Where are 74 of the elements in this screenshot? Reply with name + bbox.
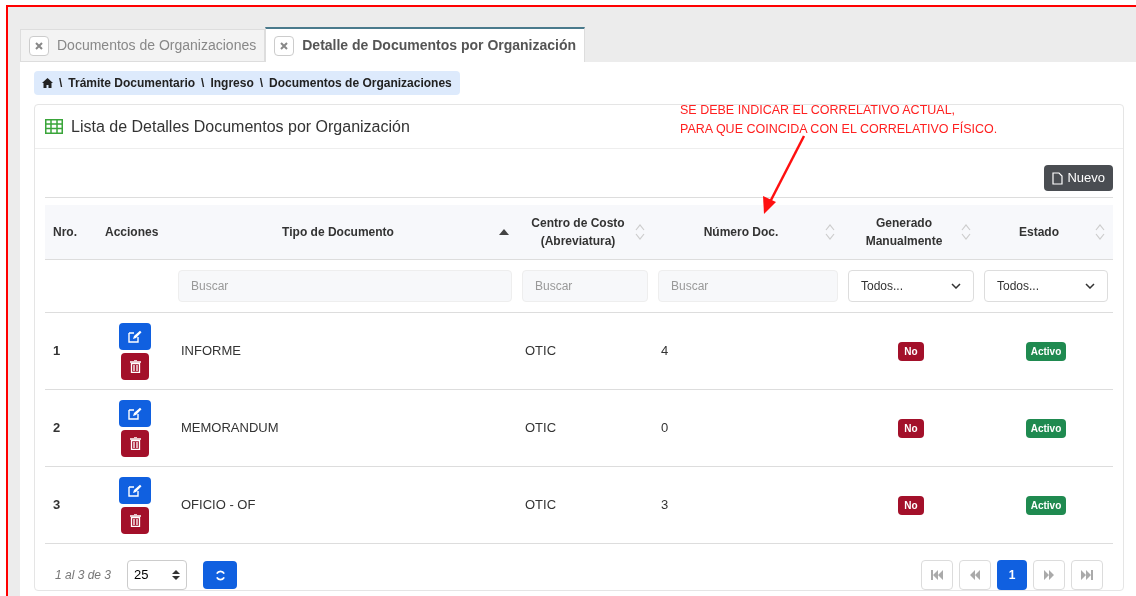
status-badge: Activo [1025, 341, 1067, 361]
page-button[interactable]: 1 [997, 560, 1027, 590]
table-cell: 3 [661, 497, 669, 513]
column-header: Nro. [53, 224, 77, 241]
document-icon [1052, 171, 1064, 185]
status-badge: Activo [1025, 495, 1067, 515]
column-header: Estado [1018, 224, 1060, 241]
breadcrumb-item[interactable]: Documentos de Organizaciones [269, 74, 452, 92]
table-cell: OTIC [525, 420, 557, 436]
edit-icon [128, 329, 142, 343]
next-page-button[interactable] [1033, 560, 1065, 590]
last-page-icon [1081, 570, 1093, 580]
new-button[interactable]: Nuevo [1044, 165, 1113, 191]
row-number: 2 [53, 420, 61, 436]
table-cell: MEMORANDUM [181, 420, 279, 436]
search-field[interactable]: Buscar [178, 270, 512, 302]
card-title: Lista de Detalles Documentos por Organización [71, 116, 410, 137]
status-badge: Activo [1025, 418, 1067, 438]
first-page-button[interactable] [921, 560, 953, 590]
breadcrumb-separator: \ [58, 75, 64, 92]
chevron-down-icon [951, 283, 961, 289]
tab[interactable]: Detalle de Documentos por Organización [265, 27, 586, 62]
breadcrumb-item[interactable]: Ingreso [210, 74, 254, 92]
edit-button[interactable] [119, 399, 151, 427]
edit-button[interactable] [119, 476, 151, 504]
search-field[interactable]: Buscar [522, 270, 648, 302]
status-badge: No [898, 495, 924, 515]
column-header: Tipo de Documento [281, 224, 395, 241]
close-icon[interactable] [274, 35, 295, 56]
refresh-icon [214, 569, 226, 581]
filter-dropdown[interactable]: Todos... [984, 270, 1108, 302]
filter-dropdown[interactable]: Todos... [848, 270, 974, 302]
next-page-icon [1043, 570, 1055, 580]
up-down-icon [172, 570, 181, 580]
row-number: 1 [53, 343, 61, 359]
table-cell: 4 [661, 343, 669, 359]
row-number: 3 [53, 497, 61, 513]
last-page-button[interactable] [1071, 560, 1103, 590]
table-cell: 0 [661, 420, 669, 436]
table-cell: OFICIO - OF [181, 497, 256, 513]
status-badge: No [898, 341, 924, 361]
previous-page-icon [969, 570, 981, 580]
breadcrumb-item[interactable]: Trámite Documentario [68, 74, 196, 92]
delete-button[interactable] [121, 352, 149, 380]
search-field[interactable]: Buscar [658, 270, 838, 302]
delete-button[interactable] [121, 429, 149, 457]
trash-icon [129, 359, 141, 373]
table-cell: OTIC [525, 497, 557, 513]
column-header: Centro de Costo (Abreviatura) [530, 215, 626, 250]
edit-icon [128, 406, 142, 420]
edit-button[interactable] [119, 322, 151, 350]
breadcrumb-separator: \ [200, 75, 206, 92]
close-icon[interactable] [29, 35, 49, 56]
page-size-select[interactable]: 25 [127, 560, 188, 590]
column-header: Número Doc. [702, 224, 780, 241]
record-count: 1 al 3 de 3 [55, 567, 112, 584]
trash-icon [129, 436, 141, 450]
sort-ascending-icon[interactable] [499, 229, 509, 235]
column-header: Generado Manualmente [864, 215, 944, 250]
trash-icon [129, 513, 141, 527]
delete-button[interactable] [121, 506, 149, 534]
column-header: Acciones [105, 224, 159, 241]
table-icon [45, 119, 63, 134]
table-cell: OTIC [525, 343, 557, 359]
chevron-down-icon [1085, 283, 1095, 289]
breadcrumb-separator: \ [258, 75, 265, 92]
previous-page-button[interactable] [959, 560, 991, 590]
home-icon[interactable] [42, 78, 53, 88]
status-badge: No [898, 418, 924, 438]
refresh-button[interactable] [203, 561, 238, 589]
edit-icon [128, 483, 142, 497]
annotation-text: SE DEBE INDICAR EL CORRELATIVO ACTUAL, PARA QUE COINCIDA CON EL CORRELATIVO FÍSICO. [680, 102, 998, 138]
first-page-icon [931, 570, 943, 580]
table-cell: INFORME [181, 343, 241, 359]
